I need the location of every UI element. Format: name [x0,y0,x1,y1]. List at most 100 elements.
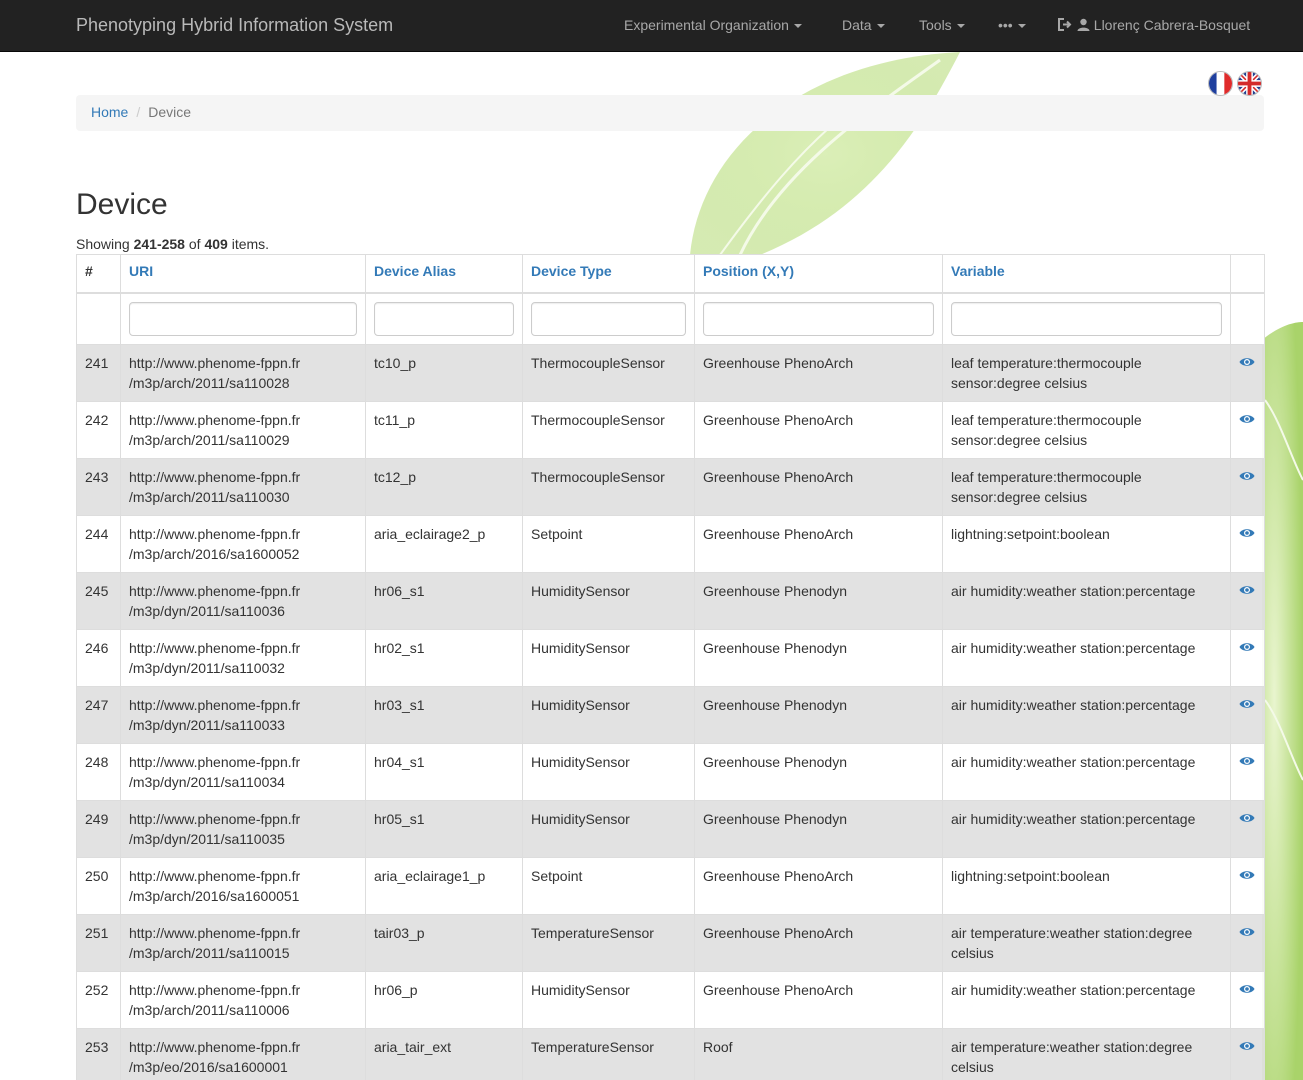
uri-path: /m3p/arch/2011/sa110006 [129,1001,290,1018]
column-header-variable: Variable [942,254,1231,294]
column-header-uri: URI [120,254,366,294]
position-cell: Roof [694,1027,943,1080]
view-button[interactable] [1239,925,1255,941]
uri-host: http://www.phenome-fppn.fr [129,696,301,713]
table-row: 243 http://www.phenome-fppn.fr/m3p/arch/2… [76,457,1265,516]
device-type-cell: HumiditySensor [522,571,695,630]
nav-menu-data[interactable]: Data [842,17,885,33]
variable-cell: air temperature:weather station:degree c… [942,913,1231,972]
device-type-cell: HumiditySensor [522,742,695,801]
device-type-cell: ThermocoupleSensor [522,457,695,516]
filter-input-device-alias[interactable] [374,301,514,336]
position-cell: Greenhouse PhenoArch [694,400,943,459]
view-button[interactable] [1239,412,1255,428]
table-row: 247 http://www.phenome-fppn.fr/m3p/dyn/20… [76,685,1265,744]
actions-cell [1230,856,1265,915]
uri-host: http://www.phenome-fppn.fr [129,354,301,371]
uri-cell: http://www.phenome-fppn.fr/m3p/eo/2016/s… [120,1027,366,1080]
uri-path: /m3p/arch/2011/sa110030 [129,488,290,505]
filter-input-variable[interactable] [951,301,1222,336]
nav-menu-label: ••• [998,17,1013,33]
eye-icon [1239,756,1255,765]
uri-cell: http://www.phenome-fppn.fr/m3p/arch/2011… [120,913,366,972]
table-row: 244 http://www.phenome-fppn.fr/m3p/arch/2… [76,514,1265,573]
device-alias-cell: hr05_s1 [365,799,523,858]
flag-uk-icon[interactable] [1237,71,1262,96]
caret-down-icon [793,24,802,29]
brand-title[interactable]: Phenotyping Hybrid Information System [76,15,393,36]
view-button[interactable] [1239,526,1255,542]
row-number: 241 [76,343,121,402]
view-button[interactable] [1239,982,1255,998]
summary-suffix: items. [227,236,270,252]
actions-cell [1230,400,1265,459]
uri-path: /m3p/eo/2016/sa1600001 [129,1058,288,1075]
view-button[interactable] [1239,811,1255,827]
variable-cell: leaf temperature:thermocouple sensor:deg… [942,400,1231,459]
actions-cell [1230,457,1265,516]
uri-cell: http://www.phenome-fppn.fr/m3p/arch/2016… [120,856,366,915]
view-button[interactable] [1239,697,1255,713]
filter-input-position[interactable] [703,301,934,336]
summary-of: of [184,236,205,252]
uri-cell: http://www.phenome-fppn.fr/m3p/dyn/2011/… [120,742,366,801]
uri-path: /m3p/dyn/2011/sa110035 [129,830,285,847]
view-button[interactable] [1239,868,1255,884]
column-header-position: Position (X,Y) [694,254,943,294]
device-alias-cell: tair03_p [365,913,523,972]
row-number: 248 [76,742,121,801]
device-alias-cell: aria_eclairage1_p [365,856,523,915]
nav-menu-experimental-organization[interactable]: Experimental Organization [624,17,802,33]
eye-icon [1239,927,1255,936]
uri-path: /m3p/dyn/2011/sa110033 [129,716,285,733]
caret-down-icon [876,24,885,29]
nav-user-logout[interactable]: Llorenç Cabrera-Bosquet [1058,17,1250,33]
view-button[interactable] [1239,754,1255,770]
device-table: # URI Device Alias Device Type Position … [76,254,1265,1080]
position-cell: Greenhouse Phenodyn [694,571,943,630]
sort-link-variable[interactable]: Variable [951,263,1005,279]
view-button[interactable] [1239,355,1255,371]
sort-link-device-type[interactable]: Device Type [531,263,612,279]
user-name: Llorenç Cabrera-Bosquet [1093,17,1251,33]
view-button[interactable] [1239,640,1255,656]
view-button[interactable] [1239,469,1255,485]
uri-cell: http://www.phenome-fppn.fr/m3p/arch/2011… [120,343,366,402]
view-button[interactable] [1239,583,1255,599]
actions-cell [1230,685,1265,744]
caret-down-icon [1017,24,1026,29]
row-number: 251 [76,913,121,972]
language-switcher [1208,71,1262,96]
eye-icon [1239,1041,1255,1050]
uri-host: http://www.phenome-fppn.fr [129,1038,301,1055]
filter-input-uri[interactable] [129,301,357,336]
position-cell: Greenhouse PhenoArch [694,457,943,516]
sort-link-uri[interactable]: URI [129,263,153,279]
row-number: 245 [76,571,121,630]
uri-path: /m3p/arch/2016/sa1600051 [129,887,300,904]
uri-cell: http://www.phenome-fppn.fr/m3p/dyn/2011/… [120,628,366,687]
device-alias-cell: aria_tair_ext [365,1027,523,1080]
table-row: 246 http://www.phenome-fppn.fr/m3p/dyn/20… [76,628,1265,687]
device-alias-cell: tc11_p [365,400,523,459]
breadcrumb-home-link[interactable]: Home [91,104,128,120]
column-header-device-type: Device Type [522,254,695,294]
uri-host: http://www.phenome-fppn.fr [129,411,301,428]
nav-menu-more[interactable]: ••• [998,17,1026,33]
actions-cell [1230,571,1265,630]
sort-link-position[interactable]: Position (X,Y) [703,263,794,279]
variable-cell: air humidity:weather station:percentage [942,742,1231,801]
uri-host: http://www.phenome-fppn.fr [129,468,301,485]
breadcrumb-separator: / [136,104,141,120]
device-type-cell: TemperatureSensor [522,1027,695,1080]
device-alias-cell: hr06_s1 [365,571,523,630]
flag-fr-icon[interactable] [1208,71,1233,96]
sort-link-device-alias[interactable]: Device Alias [374,263,456,279]
position-cell: Greenhouse PhenoArch [694,970,943,1029]
uri-host: http://www.phenome-fppn.fr [129,582,301,599]
nav-menu-tools[interactable]: Tools [919,17,965,33]
view-button[interactable] [1239,1039,1255,1055]
page-title: Device [76,188,168,221]
row-number: 247 [76,685,121,744]
filter-input-device-type[interactable] [531,301,686,336]
